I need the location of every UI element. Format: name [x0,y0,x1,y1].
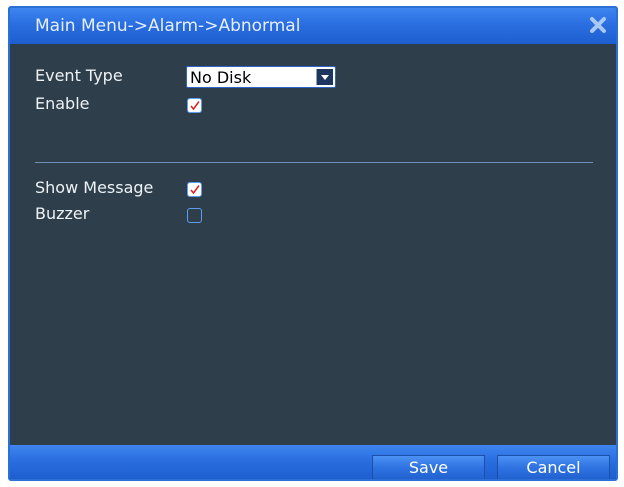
enable-label: Enable [35,94,90,113]
save-button[interactable]: Save [372,455,485,479]
check-mark-icon [190,185,200,195]
enable-checkbox[interactable] [187,98,202,113]
section-divider [35,162,593,163]
cancel-button[interactable]: Cancel [497,455,610,479]
check-mark-icon [190,101,200,111]
title-bar: Main Menu->Alarm->Abnormal [10,8,616,44]
event-type-value: No Disk [190,68,252,87]
event-type-label: Event Type [35,66,123,85]
chevron-down-icon[interactable] [316,69,333,85]
show-message-label: Show Message [35,178,154,197]
event-type-dropdown[interactable]: No Disk [186,66,336,88]
settings-panel: Event Type No Disk Enable Show Message B… [10,44,616,449]
close-icon[interactable] [587,14,609,36]
abnormal-alarm-dialog: Main Menu->Alarm->Abnormal Event Type No… [8,6,618,481]
buzzer-label: Buzzer [35,204,90,223]
window-title: Main Menu->Alarm->Abnormal [35,16,301,36]
buzzer-checkbox[interactable] [187,208,202,223]
button-bar: Save Cancel [10,445,616,479]
show-message-checkbox[interactable] [187,182,202,197]
